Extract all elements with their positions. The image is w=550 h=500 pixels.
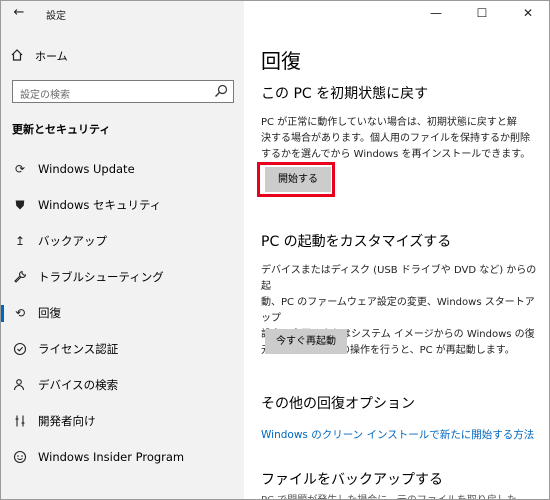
- advanced-line: デバイスまたはディスク (USB ドライブや DVD など) からの起: [261, 265, 537, 292]
- advanced-line: 動、PC のファームウェア設定の変更、Windows スタートアップ: [261, 297, 535, 324]
- home-link[interactable]: ホーム: [9, 46, 234, 66]
- sidebar-item-find-device[interactable]: デバイスの検索: [1, 367, 244, 403]
- sidebar-item-label: 回復: [38, 306, 61, 320]
- section-heading: 更新とセキュリティ: [12, 123, 111, 136]
- person-location-icon: [12, 377, 28, 393]
- window-title: 設定: [46, 11, 66, 22]
- clean-install-link[interactable]: Windows のクリーン インストールで新たに開始する方法: [261, 427, 534, 442]
- minimize-icon[interactable]: —: [413, 1, 459, 25]
- close-icon[interactable]: ✕: [505, 1, 549, 25]
- reset-line: 決する場合があります。個人用のファイルを保持するか削除: [261, 133, 530, 144]
- sidebar-item-windows-security[interactable]: ⛊ Windows セキュリティ: [1, 187, 244, 223]
- sidebar: ← 設定 ホーム 設定の検索 更新とセキュリティ ⟳ Windows Updat…: [1, 1, 244, 499]
- reset-description: PC が正常に動作していない場合は、初期状態に戻すと解 決する場合があります。個…: [261, 115, 537, 163]
- home-icon: [9, 48, 25, 65]
- restart-now-button[interactable]: 今すぐ再起動: [265, 329, 347, 354]
- shield-icon: ⛊: [15, 197, 25, 212]
- main-content: — ☐ ✕ 回復 この PC を初期状態に戻す PC が正常に動作していない場合…: [244, 1, 549, 499]
- sidebar-item-activation[interactable]: ライセンス認証: [1, 331, 244, 367]
- settings-window: ← 設定 ホーム 設定の検索 更新とセキュリティ ⟳ Windows Updat…: [0, 0, 550, 500]
- sidebar-item-label: デバイスの検索: [38, 378, 119, 392]
- reset-line: するかを選んでから Windows を再インストールできます。: [261, 149, 531, 160]
- search-input[interactable]: 設定の検索: [12, 80, 234, 103]
- sidebar-item-windows-update[interactable]: ⟳ Windows Update: [1, 151, 244, 187]
- recovery-icon: ⟲: [14, 306, 26, 320]
- more-options-heading: その他の回復オプション: [261, 396, 415, 412]
- back-arrow-icon[interactable]: ←: [7, 3, 31, 23]
- sidebar-item-recovery[interactable]: ⟲ 回復: [1, 295, 244, 331]
- page-title: 回復: [261, 49, 301, 73]
- sidebar-item-label: トラブルシューティング: [38, 270, 164, 284]
- backup-description: PC で問題が発生した場合に、元のファイルを取り戻した: [261, 491, 517, 499]
- search-placeholder: 設定の検索: [20, 90, 70, 101]
- window-controls: — ☐ ✕: [413, 1, 549, 25]
- maximize-icon[interactable]: ☐: [459, 1, 505, 25]
- sidebar-item-backup[interactable]: ↥ バックアップ: [1, 223, 244, 259]
- title-bar: ← 設定: [1, 1, 244, 25]
- sidebar-item-insider[interactable]: Windows Insider Program: [1, 439, 244, 475]
- backup-arrow-icon: ↥: [14, 234, 26, 248]
- sidebar-item-label: Windows Update: [38, 162, 135, 176]
- sidebar-item-developer[interactable]: 開発者向け: [1, 403, 244, 439]
- sidebar-item-label: 開発者向け: [38, 414, 96, 428]
- home-label: ホーム: [35, 50, 68, 63]
- check-circle-icon: [12, 341, 28, 357]
- backup-heading: ファイルをバックアップする: [261, 472, 443, 488]
- reset-line: PC が正常に動作していない場合は、初期状態に戻すと解: [261, 117, 517, 128]
- sync-icon: ⟳: [14, 162, 26, 176]
- advanced-startup-heading: PC の起動をカスタマイズする: [261, 234, 452, 250]
- search-icon[interactable]: [213, 83, 229, 99]
- reset-heading: この PC を初期状態に戻す: [261, 86, 429, 102]
- developer-tools-icon: [12, 413, 28, 429]
- sidebar-item-label: Windows セキュリティ: [38, 198, 162, 212]
- sidebar-item-troubleshoot[interactable]: トラブルシューティング: [1, 259, 244, 295]
- insider-icon: [12, 449, 28, 465]
- sidebar-item-label: ライセンス認証: [38, 342, 119, 356]
- sidebar-item-label: Windows Insider Program: [38, 450, 185, 464]
- sidebar-nav: ⟳ Windows Update ⛊ Windows セキュリティ ↥ バックア…: [1, 151, 244, 475]
- start-reset-button[interactable]: 開始する: [265, 167, 331, 192]
- sidebar-item-label: バックアップ: [38, 234, 107, 248]
- wrench-icon: [12, 269, 28, 285]
